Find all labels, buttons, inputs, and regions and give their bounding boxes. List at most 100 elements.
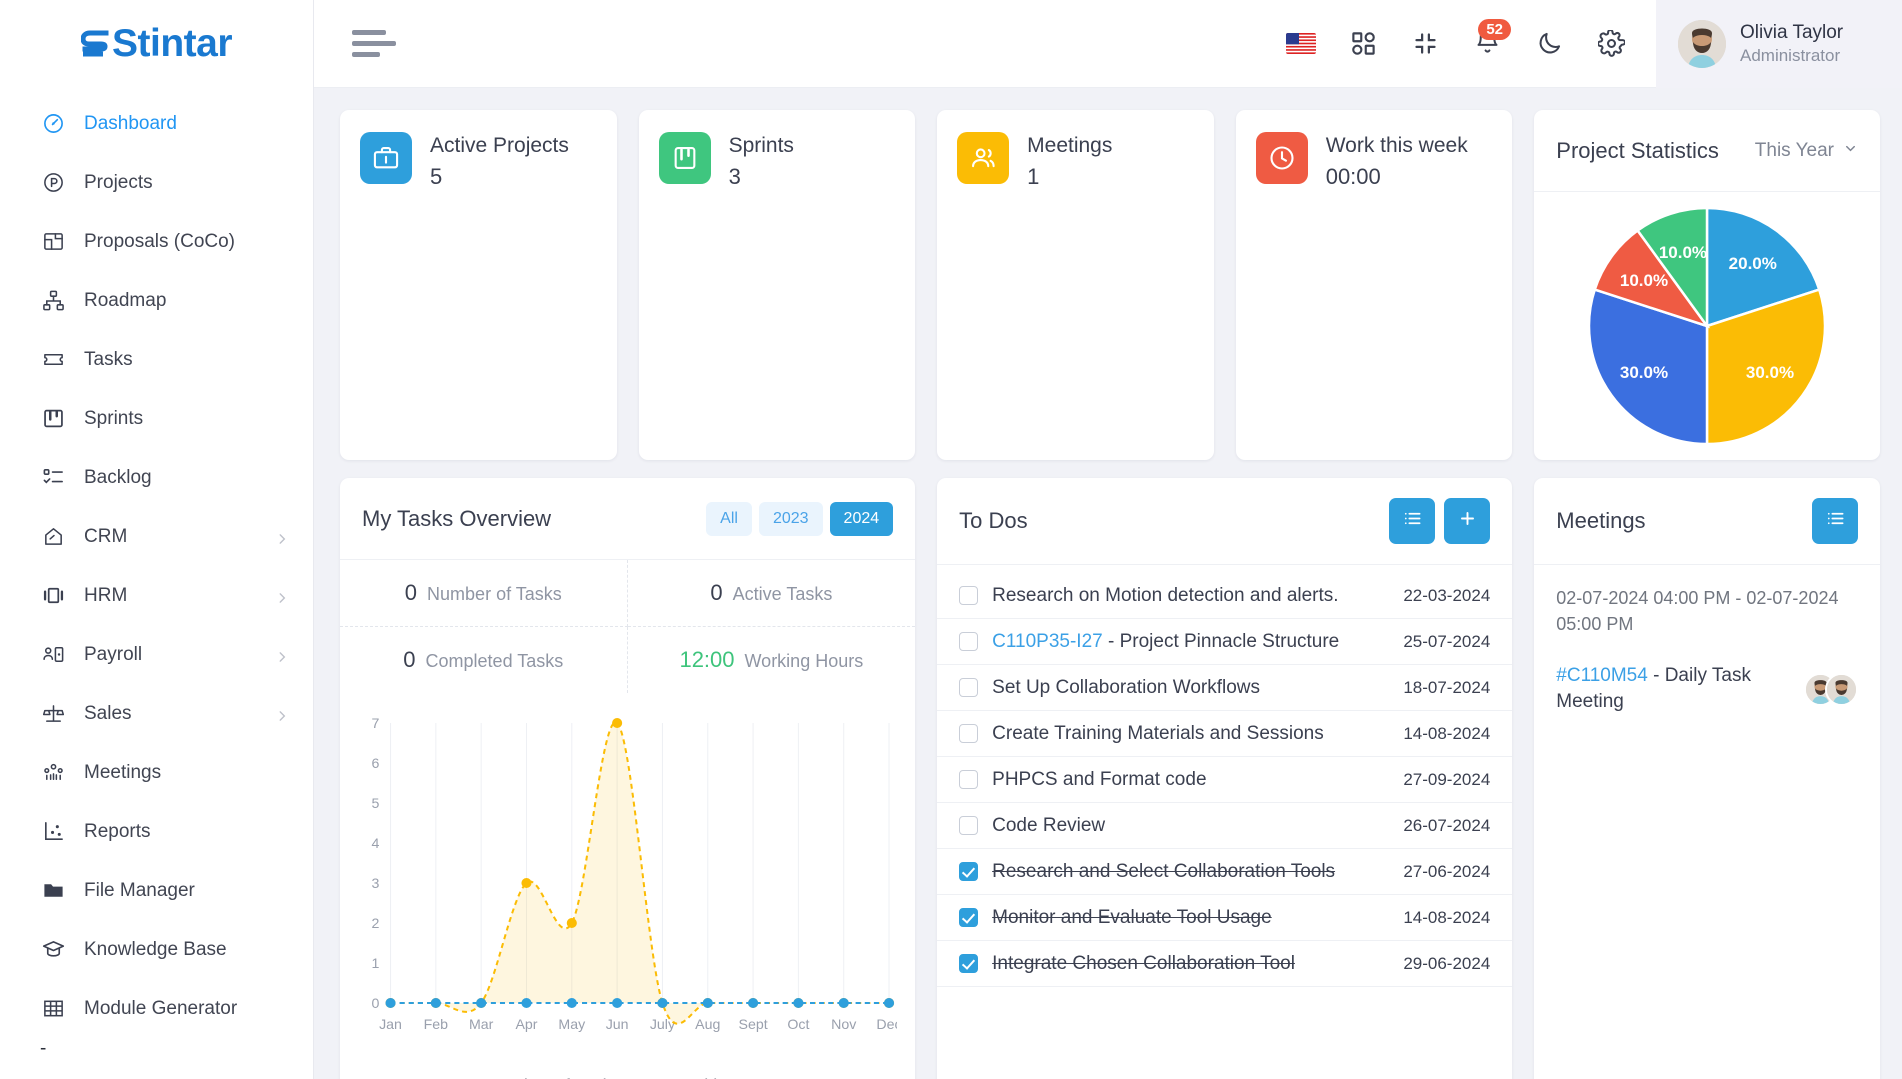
todo-date: 14-08-2024 <box>1403 723 1491 743</box>
sidebar-item-label: Backlog <box>84 466 152 488</box>
metric-completed-tasks: 0 Completed Tasks <box>340 627 628 693</box>
sidebar-item-label: Sales <box>84 702 132 724</box>
todo-row[interactable]: Create Training Materials and Sessions 14… <box>937 711 1513 757</box>
stat-card-work-this-week[interactable]: Work this week 00:00 <box>1235 110 1513 460</box>
sidebar-item-payroll[interactable]: Payroll <box>0 625 313 684</box>
todo-checkbox[interactable] <box>959 816 979 835</box>
tasks-overview-card: My Tasks Overview All 2023 2024 0 Number… <box>340 478 916 1079</box>
meetings-list-button[interactable] <box>1812 498 1858 544</box>
stat-value: 3 <box>728 164 741 189</box>
avatar <box>1825 672 1858 706</box>
stat-card-sprints[interactable]: Sprints 3 <box>638 110 916 460</box>
sidebar-item-module-generator[interactable]: Module Generator <box>0 979 313 1038</box>
todos-add-button[interactable] <box>1444 498 1491 544</box>
sidebar-item-proposals[interactable]: Proposals (CoCo) <box>0 212 313 271</box>
crm-icon <box>40 524 66 550</box>
logo-mark-icon <box>80 27 111 61</box>
todo-checkbox[interactable] <box>959 632 979 651</box>
meeting-ref-link[interactable]: #C110M54 <box>1556 665 1648 686</box>
todo-row[interactable]: Monitor and Evaluate Tool Usage 14-08-202… <box>937 895 1513 941</box>
collapse-screen-icon[interactable] <box>1394 13 1456 75</box>
sidebar-item-label: HRM <box>84 584 128 606</box>
range-select[interactable]: This Year <box>1755 140 1858 162</box>
dashboard-app: Stintar Dashboard Projects Proposals (Co… <box>0 0 1902 1079</box>
todos-header: To Dos <box>937 478 1513 565</box>
metric-active-tasks: 0 Active Tasks <box>627 560 916 627</box>
sidebar-item-file-manager[interactable]: File Manager <box>0 861 313 920</box>
stat-card-active-projects[interactable]: Active Projects 5 <box>340 110 617 460</box>
todo-checkbox[interactable] <box>959 678 979 697</box>
meetings-title: Meetings <box>1556 508 1646 533</box>
grid-table-icon <box>40 996 66 1022</box>
meeting-time-range: 02-07-2024 04:00 PM - 02-07-2024 05:00 P… <box>1556 588 1839 634</box>
meetings-header: Meetings <box>1534 478 1880 565</box>
sidebar-item-hrm[interactable]: HRM <box>0 566 313 625</box>
sidebar-item-dashboard[interactable]: Dashboard <box>0 94 313 153</box>
filter-all[interactable]: All <box>706 501 752 536</box>
stat-title: Sprints <box>728 134 794 157</box>
svg-text:Oct: Oct <box>787 1016 809 1032</box>
brand-logo[interactable]: Stintar <box>0 0 313 88</box>
hamburger-icon[interactable] <box>352 30 396 57</box>
metric-value: 0 <box>404 580 418 605</box>
sidebar-item-label: CRM <box>84 525 128 547</box>
todo-checkbox[interactable] <box>959 770 979 789</box>
moon-icon[interactable] <box>1518 13 1580 75</box>
todo-row[interactable]: Integrate Chosen Collaboration Tool 29-06… <box>937 941 1513 987</box>
todo-row[interactable]: Code Review 26-07-2024 <box>937 803 1513 849</box>
svg-text:2: 2 <box>371 915 379 931</box>
todo-row[interactable]: Research on Motion detection and alerts.… <box>937 573 1513 619</box>
sidebar-item-reports[interactable]: Reports <box>0 802 313 861</box>
todo-checkbox[interactable] <box>959 862 979 881</box>
user-text: Olivia Taylor Administrator <box>1740 21 1843 67</box>
metric-number-of-tasks: 0 Number of Tasks <box>340 560 628 627</box>
sidebar-item-sprints[interactable]: Sprints <box>0 389 313 448</box>
todo-row[interactable]: PHPCS and Format code 27-09-2024 <box>937 757 1513 803</box>
language-selector[interactable] <box>1270 13 1332 75</box>
todo-ref-link[interactable]: C110P35-I27 <box>992 631 1103 652</box>
sidebar-item-projects[interactable]: Projects <box>0 153 313 212</box>
meetings-body: 02-07-2024 04:00 PM - 02-07-2024 05:00 P… <box>1534 565 1880 735</box>
reports-icon <box>40 819 66 845</box>
clock-icon <box>1255 132 1308 184</box>
user-name: Olivia Taylor <box>1740 21 1844 43</box>
pie-chart: 20.0% 30.0% 30.0% 10.0% 10.0% <box>1534 192 1880 460</box>
apps-grid-icon[interactable] <box>1332 13 1394 75</box>
todo-row[interactable]: C110P35-I27 - Project Pinnacle Structure… <box>937 619 1513 665</box>
todo-date: 29-06-2024 <box>1403 953 1491 973</box>
attendee-avatars[interactable] <box>1804 672 1858 706</box>
sidebar-item-truncated[interactable]: - <box>0 1038 313 1068</box>
todo-checkbox[interactable] <box>959 954 979 973</box>
todo-checkbox[interactable] <box>959 586 979 605</box>
meeting-row[interactable]: #C110M54 - Daily Task Meeting <box>1556 663 1858 715</box>
tasks-area-chart: 0 1 2 3 4 5 6 7 Jan Feb Mar Apr May Jun July Aug Sept Oct… <box>340 693 915 1076</box>
stat-value: 00:00 <box>1325 164 1381 189</box>
tasks-metrics-grid: 0 Number of Tasks 0 Active Tasks 0 Compl… <box>340 560 916 693</box>
todo-row[interactable]: Research and Select Collaboration Tools 2… <box>937 849 1513 895</box>
meetings-card: Meetings 02-07-2024 04:00 PM - 02-07-202… <box>1534 478 1880 1079</box>
sidebar-item-meetings[interactable]: Meetings <box>0 743 313 802</box>
sidebar-item-tasks[interactable]: Tasks <box>0 330 313 389</box>
board-icon <box>40 406 66 432</box>
stat-card-meetings[interactable]: Meetings 1 <box>937 110 1214 460</box>
sidebar-item-backlog[interactable]: Backlog <box>0 448 313 507</box>
metric-label: Number of Tasks <box>427 584 562 604</box>
user-profile-menu[interactable]: Olivia Taylor Administrator <box>1656 0 1902 88</box>
board-icon <box>658 132 711 184</box>
filter-2024[interactable]: 2024 <box>829 501 894 536</box>
todo-checkbox[interactable] <box>959 908 979 927</box>
sidebar-item-crm[interactable]: CRM <box>0 507 313 566</box>
todo-checkbox[interactable] <box>959 724 979 743</box>
todo-row[interactable]: Set Up Collaboration Workflows 18-07-2024 <box>937 665 1513 711</box>
sidebar-item-knowledge-base[interactable]: Knowledge Base <box>0 920 313 979</box>
sidebar-item-label: Proposals (CoCo) <box>84 230 235 252</box>
sidebar-item-sales[interactable]: Sales <box>0 684 313 743</box>
topbar-icons: 52 Olivia Taylor Administrator <box>1270 0 1902 88</box>
todo-date: 14-08-2024 <box>1403 907 1491 927</box>
sidebar-item-roadmap[interactable]: Roadmap <box>0 271 313 330</box>
filter-2023[interactable]: 2023 <box>758 501 823 536</box>
sidebar-nav: Dashboard Projects Proposals (CoCo) Road… <box>0 88 313 1068</box>
todos-list-button[interactable] <box>1389 498 1436 544</box>
notifications-button[interactable]: 52 <box>1456 13 1518 75</box>
gear-icon[interactable] <box>1580 13 1642 75</box>
